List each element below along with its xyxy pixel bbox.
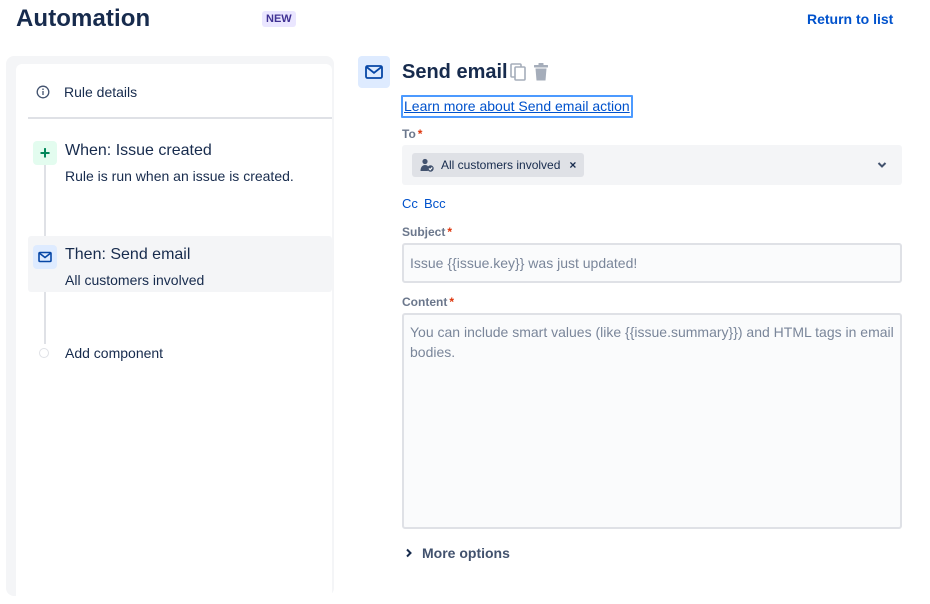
component-title: When: Issue created [65,142,212,159]
subject-field-label: Subject * [402,225,452,239]
required-mark: * [449,295,454,309]
rule-sidebar: Rule details + When: Issue created Rule … [6,56,334,604]
more-options-toggle[interactable]: More options [404,545,510,561]
page-title: Automation [16,5,151,32]
bcc-link[interactable]: Bcc [424,196,446,211]
action-title: Send email [402,61,508,83]
learn-more-link[interactable]: Learn more about Send email action [401,95,633,118]
more-options-label: More options [422,545,510,561]
mail-icon [358,56,390,88]
required-mark: * [447,225,453,239]
new-badge: NEW [262,11,296,27]
to-recipients-select[interactable]: All customers involved × [402,145,902,185]
component-subtitle: Rule is run when an issue is created. [65,168,294,184]
recipient-tag: All customers involved × [412,153,585,177]
subject-label: Subject [402,225,446,239]
rule-sidebar-panel: Rule details + When: Issue created Rule … [16,64,332,604]
remove-tag-icon[interactable]: × [569,158,576,172]
action-component-send-email[interactable]: Then: Send email All customers involved [28,236,332,292]
to-label: To [402,127,416,141]
return-to-list-link[interactable]: Return to list [807,11,893,27]
required-mark: * [417,127,423,141]
chevron-right-icon [406,548,412,558]
content-field-label: Content * [402,295,454,309]
rule-details-item[interactable]: Rule details [26,74,322,110]
rule-details-label: Rule details [64,84,138,100]
trash-icon[interactable] [532,62,550,82]
recipient-tag-label: All customers involved [441,158,561,172]
to-field-label: To * [402,127,422,141]
content-label: Content [402,295,448,309]
info-icon [36,85,50,99]
component-title: Then: Send email [65,246,191,263]
mail-icon [33,245,57,269]
add-component-button[interactable]: Add component [65,345,163,361]
plus-icon: + [33,141,57,165]
sidebar-divider [28,117,332,119]
subject-input[interactable] [402,243,902,283]
customers-icon [420,158,434,172]
cc-link[interactable]: Cc [402,196,418,211]
content-textarea[interactable] [402,313,902,529]
trigger-component[interactable]: + When: Issue created Rule is run when a… [28,132,332,188]
copy-icon[interactable] [509,62,527,82]
chevron-down-icon[interactable] [876,159,888,171]
add-component-dot-icon [39,348,49,358]
component-subtitle: All customers involved [65,272,205,288]
